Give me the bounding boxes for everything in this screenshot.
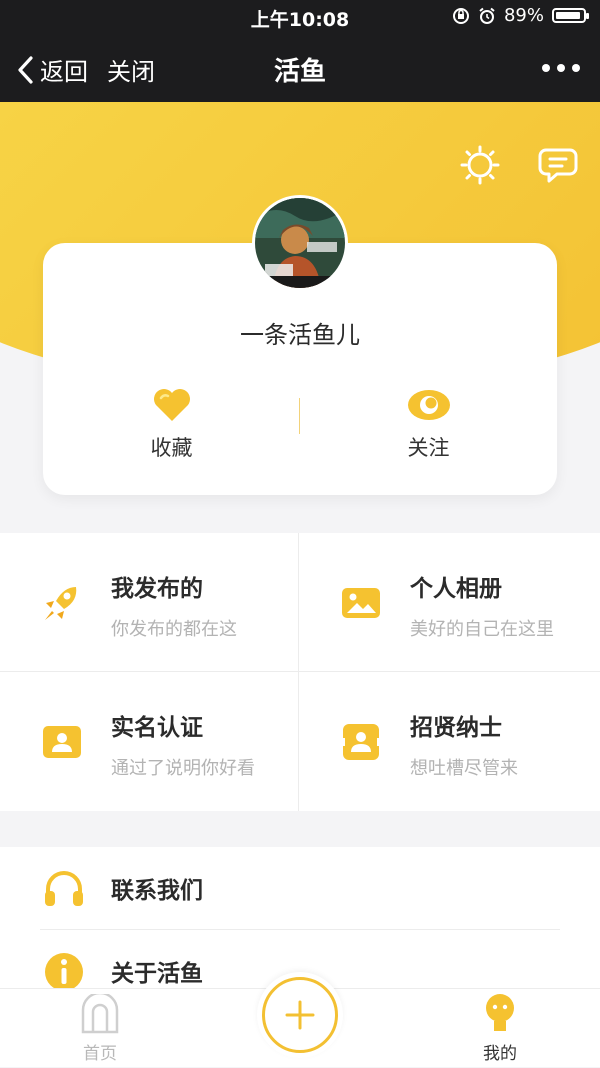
page-title: 活鱼 (273, 57, 326, 87)
grid-item-verification[interactable]: 实名认证 通过了说明你好看 (0, 672, 298, 810)
photo-album-icon (342, 588, 380, 618)
list-item-contact[interactable]: 联系我们 (0, 847, 600, 929)
add-post-button[interactable] (257, 972, 343, 1058)
headphones-icon (45, 871, 83, 906)
home-icon (81, 994, 119, 1034)
grid-item-album[interactable]: 个人相册 美好的自己在这里 (299, 533, 597, 671)
battery-percent: 89% (503, 5, 544, 26)
feature-grid: 我发布的 你发布的都在这 个人相册 美好的自己在这里 实名认证 通过了说明你好看… (0, 533, 600, 811)
favorites-button[interactable]: 收藏 (43, 388, 300, 462)
grid-item-my-posts[interactable]: 我发布的 你发布的都在这 (0, 533, 298, 671)
list-item-label: 联系我们 (111, 878, 203, 904)
grid-item-title: 我发布的 (111, 576, 203, 602)
grid-item-title: 招贤纳士 (410, 715, 502, 741)
grid-item-desc: 你发布的都在这 (111, 619, 237, 640)
tab-home[interactable]: 首页 (40, 989, 160, 1068)
avatar-image (255, 198, 345, 288)
tab-mine[interactable]: 我的 (440, 989, 560, 1068)
recruit-icon (339, 724, 383, 760)
message-icon[interactable] (537, 144, 579, 186)
sun-icon[interactable] (459, 144, 501, 186)
grid-item-desc: 想吐槽尽管来 (410, 758, 518, 779)
favorites-label: 收藏 (150, 436, 193, 460)
list-item-label: 关于活鱼 (111, 961, 203, 987)
tab-mine-label: 我的 (483, 1044, 517, 1064)
battery-icon (552, 8, 589, 23)
username: 一条活鱼儿 (240, 321, 360, 349)
avatar[interactable] (252, 195, 348, 291)
rotation-lock-icon (452, 7, 469, 24)
following-label: 关注 (407, 436, 450, 460)
grid-item-title: 个人相册 (410, 576, 502, 602)
tab-home-label: 首页 (83, 1044, 117, 1064)
grid-item-recruit[interactable]: 招贤纳士 想吐槽尽管来 (299, 672, 597, 810)
following-button[interactable]: 关注 (300, 388, 557, 462)
heart-icon (153, 389, 190, 421)
status-bar: 上午10:08 89% (0, 0, 600, 34)
alarm-icon (479, 7, 495, 24)
eye-icon (407, 390, 450, 420)
grid-item-desc: 美好的自己在这里 (410, 619, 554, 640)
plus-icon (285, 1000, 315, 1030)
navigation-bar: 返回 关闭 活鱼 (0, 34, 600, 102)
grid-item-desc: 通过了说明你好看 (111, 758, 255, 779)
profile-icon (486, 994, 514, 1031)
rocket-icon (45, 587, 77, 620)
more-options-button[interactable] (542, 64, 580, 72)
grid-item-title: 实名认证 (111, 715, 203, 741)
status-indicators: 89% (452, 5, 589, 26)
id-card-icon (43, 726, 81, 758)
